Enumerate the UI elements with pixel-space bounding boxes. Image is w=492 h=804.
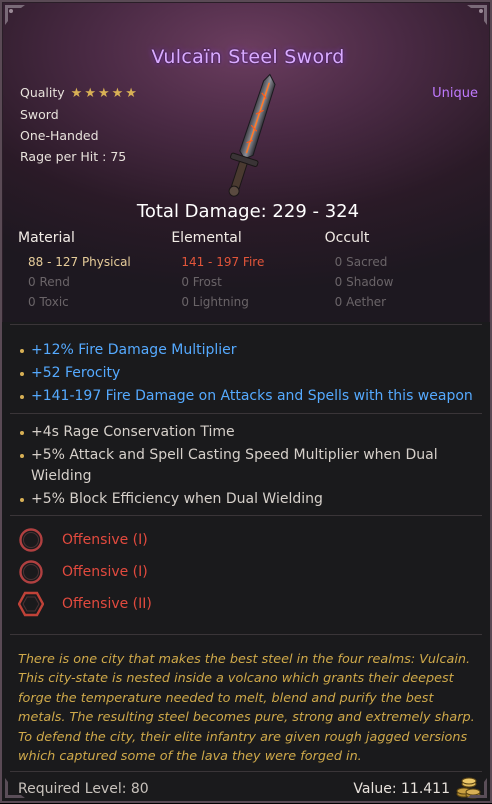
socket-slot[interactable]: Offensive (I) [18,524,152,556]
item-handedness: One-Handed [20,128,99,143]
quality-row: Quality ★★★★★ [20,82,139,104]
required-level: Required Level: 80 [18,781,149,797]
damage-column-elemental: Elemental [171,230,242,246]
damage-table-header: Material Elemental Occult [18,230,478,252]
unique-modifiers: +12% Fire Damage Multiplier +52 Ferocity… [18,340,480,409]
quality-stars-icon: ★★★★★ [70,86,139,101]
bullet-icon [20,454,24,458]
base-modifiers: +4s Rage Conservation Time +5% Attack an… [18,422,470,512]
socket-slot[interactable]: Offensive (II) [18,588,152,620]
damage-table: Material Elemental Occult 88 - 127 Physi… [18,230,478,312]
bullet-icon [20,395,24,399]
damage-lightning: 0 Lightning [181,295,249,309]
damage-toxic: 0 Toxic [28,295,69,309]
item-properties: Quality ★★★★★ Sword One-Handed Rage per H… [20,82,139,167]
corner-ornament-icon [4,4,26,26]
modifier-line: +12% Fire Damage Multiplier [18,340,480,361]
modifier-line: +5% Attack and Spell Casting Speed Multi… [18,445,470,487]
rage-per-hit: Rage per Hit : 75 [20,149,127,164]
circle-socket-icon [19,528,43,552]
damage-row: 88 - 127 Physical 141 - 197 Fire 0 Sacre… [18,252,478,272]
socket-list: Offensive (I) Offensive (I) Offensive (I… [18,524,152,620]
damage-rend: 0 Rend [28,275,70,289]
modifier-line: +5% Block Efficiency when Dual Wielding [18,489,470,510]
quality-label: Quality [20,85,65,100]
item-tooltip: Vulcaïn Steel Sword Unique Quality ★★★★★ … [0,0,492,803]
sword-icon [212,70,292,202]
damage-row: 0 Toxic 0 Lightning 0 Aether [18,292,478,312]
modifier-line: +52 Ferocity [18,363,480,384]
damage-column-occult: Occult [324,230,370,246]
item-value: Value: 11.411 [353,781,450,797]
corner-ornament-icon [466,777,488,799]
lore-text: There is one city that makes the best st… [18,652,475,765]
damage-physical: 88 - 127 Physical [28,255,131,269]
divider [10,413,482,414]
total-damage: Total Damage: 229 - 324 [136,201,360,222]
circle-socket-icon [19,560,43,584]
divider [10,324,482,325]
divider [10,634,482,635]
damage-column-material: Material [18,230,75,246]
divider [10,771,482,772]
damage-fire: 141 - 197 Fire [181,255,265,269]
damage-frost: 0 Frost [181,275,222,289]
bullet-icon [20,498,24,502]
damage-sacred: 0 Sacred [334,255,388,269]
damage-aether: 0 Aether [334,295,387,309]
corner-ornament-icon [466,4,488,26]
bullet-icon [20,349,24,353]
modifier-line: +141-197 Fire Damage on Attacks and Spel… [18,386,480,407]
socket-label: Offensive (I) [62,532,148,548]
damage-row: 0 Rend 0 Frost 0 Shadow [18,272,478,292]
corner-ornament-icon [4,777,26,799]
socket-label: Offensive (II) [62,596,152,612]
divider [10,515,482,516]
hexagon-socket-icon [18,591,44,617]
item-type: Sword [20,107,59,122]
bullet-icon [20,431,24,435]
damage-shadow: 0 Shadow [334,275,394,289]
rarity-label: Unique [432,86,478,101]
bullet-icon [20,372,24,376]
item-name: Vulcaïn Steel Sword [151,46,345,68]
socket-slot[interactable]: Offensive (I) [18,556,152,588]
modifier-line: +4s Rage Conservation Time [18,422,470,443]
socket-label: Offensive (I) [62,564,148,580]
